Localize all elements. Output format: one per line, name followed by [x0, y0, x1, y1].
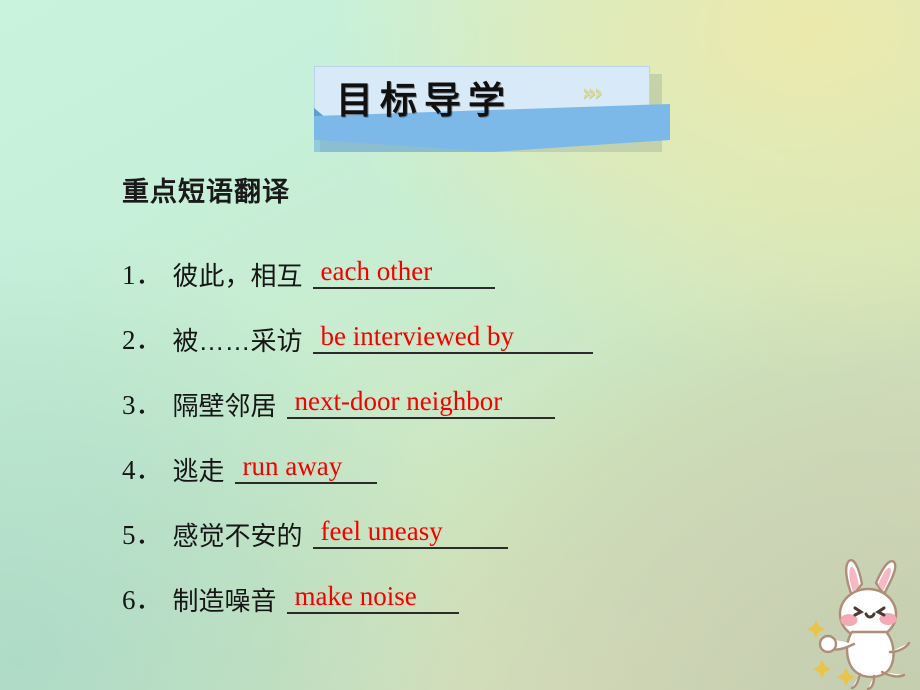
item-chinese-prompt: 感觉不安的	[172, 521, 303, 551]
item-chinese-prompt: 制造噪音	[172, 586, 277, 616]
banner-title: 目标导学	[336, 80, 512, 121]
answer-blank[interactable]: each other	[312, 256, 495, 289]
list-item: 4． 逃走 run away	[122, 427, 822, 492]
item-number: 5．	[122, 520, 163, 550]
chevron-arrows-icon: »›	[582, 80, 603, 106]
phrase-list: 1． 彼此，相互 each other 2． 被……采访 be intervie…	[122, 232, 822, 622]
list-item: 1． 彼此，相互 each other	[122, 232, 822, 297]
answer-text: run away	[242, 451, 343, 481]
answer-text: make noise	[294, 581, 417, 611]
item-number: 1．	[122, 260, 163, 290]
list-item: 3． 隔壁邻居 next-door neighbor	[122, 362, 822, 427]
item-chinese-prompt: 被……采访	[172, 326, 303, 356]
answer-text: be interviewed by	[320, 321, 514, 351]
list-item: 6． 制造噪音 make noise	[122, 557, 822, 622]
item-chinese-prompt: 逃走	[172, 456, 225, 486]
item-number: 2．	[122, 325, 163, 355]
answer-blank[interactable]: be interviewed by	[312, 321, 593, 354]
section-banner: 目标导学 »›	[314, 66, 670, 152]
answer-blank[interactable]: next-door neighbor	[286, 386, 555, 419]
answer-text: feel uneasy	[320, 516, 443, 546]
slide-canvas: 目标导学 »› 重点短语翻译 1． 彼此，相互 each other 2． 被……	[0, 0, 920, 690]
item-number: 3．	[122, 390, 163, 420]
item-number: 6．	[122, 585, 163, 615]
answer-blank[interactable]: run away	[234, 451, 377, 484]
rabbit-mascot-icon	[808, 558, 911, 690]
answer-text: each other	[320, 256, 433, 286]
item-chinese-prompt: 隔壁邻居	[172, 391, 277, 421]
answer-text: next-door neighbor	[294, 386, 503, 416]
item-number: 4．	[122, 455, 163, 485]
section-heading: 重点短语翻译	[122, 177, 290, 207]
answer-blank[interactable]: make noise	[286, 581, 459, 614]
list-item: 2． 被……采访 be interviewed by	[122, 297, 822, 362]
list-item: 5． 感觉不安的 feel uneasy	[122, 492, 822, 557]
answer-blank[interactable]: feel uneasy	[312, 516, 508, 549]
item-chinese-prompt: 彼此，相互	[172, 261, 303, 291]
